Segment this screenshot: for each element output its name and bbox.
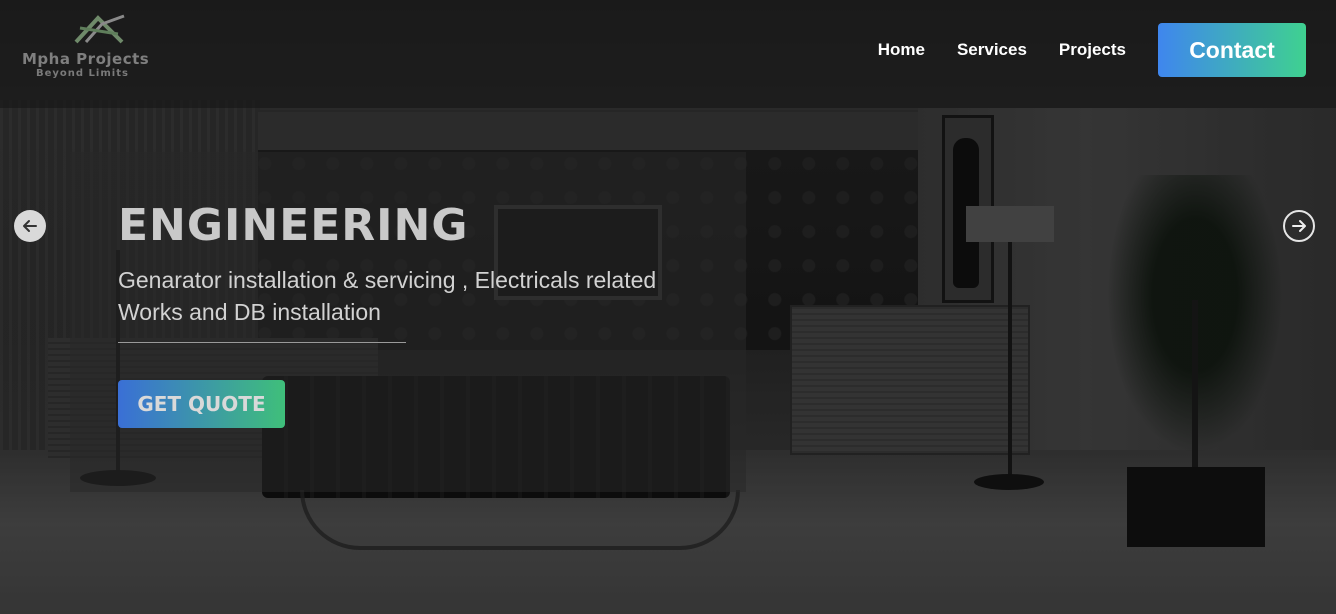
main-nav: Home Services Projects Contact [878,23,1306,77]
brand-logo[interactable]: Mpha Projects Beyond Limits [20,10,182,84]
slider-next-button[interactable] [1283,210,1315,242]
hero-description-line-2: Works and DB installation [118,299,381,325]
nav-home[interactable]: Home [878,40,925,60]
arrow-right-circle-icon [1292,220,1306,232]
hero-description-line-1: Genarator installation & servicing , Ele… [118,267,657,293]
get-quote-button[interactable]: GET QUOTE [118,380,285,428]
hero-title: ENGINEERING [118,200,469,251]
slider-prev-button[interactable] [14,210,46,242]
nav-projects[interactable]: Projects [1059,40,1126,60]
arrow-left-circle-icon [23,220,37,232]
hero-description: Genarator installation & servicing , Ele… [118,264,718,328]
hero-divider [118,342,406,343]
brand-name: Mpha Projects [22,50,150,68]
brand-tagline: Beyond Limits [36,68,129,79]
nav-services[interactable]: Services [957,40,1027,60]
site-header: Mpha Projects Beyond Limits Home Service… [0,0,1336,108]
house-roof-logo-icon [74,14,125,44]
contact-button[interactable]: Contact [1158,23,1306,77]
